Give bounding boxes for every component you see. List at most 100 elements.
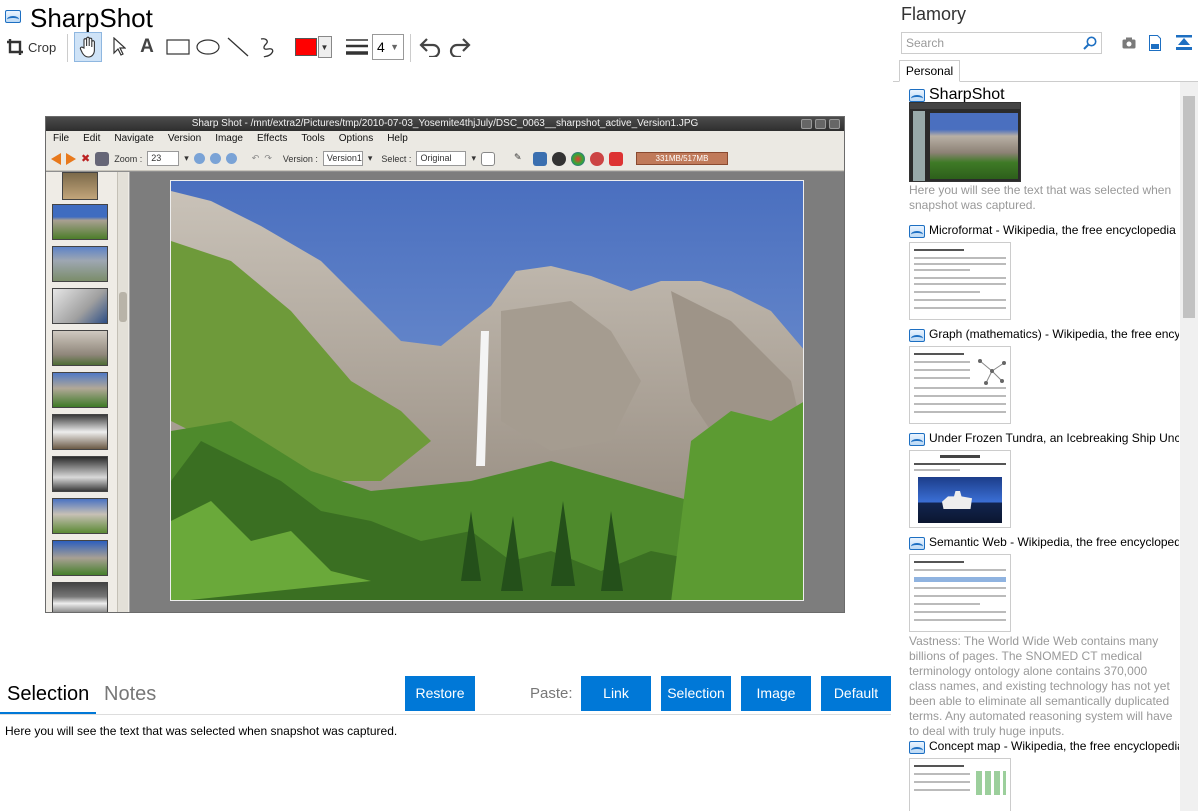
thumbnail-item: [62, 172, 98, 200]
undo-icon: [419, 38, 441, 57]
scrollbar-thumb[interactable]: [1183, 96, 1195, 318]
line-width-button[interactable]: [344, 32, 370, 62]
snapshot-canvas[interactable]: Sharp Shot - /mnt/extra2/Pictures/tmp/20…: [45, 116, 845, 613]
snapshot-menubar: File Edit Navigate Version Image Effects Tools…: [46, 131, 844, 147]
zoom-field: 23: [147, 151, 180, 166]
thumbnail-item: [52, 288, 108, 324]
sidebar-title: Flamory: [901, 4, 967, 24]
paste-default-button[interactable]: Default: [821, 676, 891, 711]
snapshot-menu-item: Version: [167, 133, 202, 144]
delete-icon: ✖: [81, 153, 91, 165]
list-item-title: Concept map - Wikipedia, the free encycl…: [929, 739, 1179, 753]
thumbnail-item: [52, 204, 108, 240]
zoom-out-icon: [209, 153, 221, 164]
undo-icon: ↶: [251, 153, 260, 163]
line-tool-button[interactable]: [226, 32, 250, 62]
frame-icon: [480, 151, 495, 166]
pointer-tool-button[interactable]: [108, 32, 130, 62]
snapshot-menu-item: File: [53, 133, 70, 144]
paste-label: Paste:: [530, 685, 573, 702]
zoom-label: Zoom :: [114, 153, 143, 164]
brush-icon: ✎: [513, 151, 522, 162]
hand-tool-button[interactable]: [74, 32, 102, 62]
list-item-title: Graph (mathematics) - Wikipedia, the fre…: [929, 327, 1179, 341]
thumbnail-item: [52, 456, 108, 492]
thumbnail-item: [52, 414, 108, 450]
redo-button[interactable]: [447, 32, 473, 62]
select-label: Select :: [381, 153, 412, 164]
sidebar-scrollbar[interactable]: [1180, 82, 1198, 811]
selection-text[interactable]: Here you will see the text that was sele…: [5, 724, 397, 738]
tab-personal[interactable]: Personal: [899, 60, 960, 82]
contrast-icon: [551, 151, 566, 166]
undo-button[interactable]: [417, 32, 443, 62]
flamory-sidebar: Flamory Search Personal SharpShot Here y…: [893, 0, 1198, 811]
camera-icon[interactable]: [1122, 37, 1136, 49]
paste-image-button[interactable]: Image: [741, 676, 811, 711]
freehand-tool-button[interactable]: [256, 32, 280, 62]
restore-button[interactable]: Restore: [405, 676, 475, 711]
app-window: SharpShot Crop A ▼ 4 ▼ Sharp Shot - /mnt…: [0, 0, 1198, 811]
flamory-page-icon: [909, 225, 925, 238]
snapshot-toolbar: ✖ Zoom : 23 ▾ ↶ ↷ Version : Version1 ▾ S…: [46, 147, 844, 171]
list-item-thumbnail: [909, 450, 1011, 528]
snapshot-menu-item: Navigate: [114, 133, 154, 144]
select-field: Original: [416, 151, 467, 166]
chevron-down-icon: ▼: [317, 36, 332, 58]
snapshot-window-title: Sharp Shot - /mnt/extra2/Pictures/tmp/20…: [46, 117, 844, 131]
snapshot-menu-item: Edit: [83, 133, 101, 144]
memory-usage-bar: 331MB/517MB: [635, 152, 728, 165]
paste-link-button[interactable]: Link: [581, 676, 651, 711]
list-item-thumbnail: [909, 102, 1021, 182]
rectangle-tool-button[interactable]: [165, 32, 191, 62]
version-field: Version1: [322, 151, 363, 166]
thumbnail-item: [52, 246, 108, 282]
list-item-title: Semantic Web - Wikipedia, the free encyc…: [929, 535, 1179, 549]
ellipse-tool-button[interactable]: [195, 32, 221, 62]
snapshot-menu-item: Help: [387, 133, 408, 144]
line-width-select[interactable]: 4 ▼: [372, 34, 404, 60]
list-item-description: Vastness: The World Wide Web contains ma…: [909, 634, 1173, 738]
list-item-title: Under Frozen Tundra, an Icebreaking Ship…: [929, 431, 1179, 445]
snapshot-menu-item: Tools: [301, 133, 325, 144]
document-icon[interactable]: [1149, 35, 1161, 51]
snapshot-menu-item: Options: [338, 133, 374, 144]
list-item-thumbnail: [909, 554, 1011, 632]
zoom-fit-icon: [225, 153, 237, 164]
back-icon: [51, 152, 61, 165]
rectangle-icon: [166, 39, 190, 55]
list-item-title: Microformat - Wikipedia, the free encycl…: [929, 223, 1176, 237]
thumbnail-item: [52, 498, 108, 534]
page-title: SharpShot: [30, 3, 153, 33]
dock-to-top-icon[interactable]: [1176, 35, 1192, 51]
line-icon: [227, 37, 249, 57]
snapshot-window-buttons: [801, 119, 840, 129]
flamory-page-icon: [909, 537, 925, 550]
text-icon: A: [140, 36, 154, 57]
version-label: Version :: [282, 153, 318, 164]
crop-icon: [7, 39, 23, 55]
chevron-down-icon: ▾: [471, 153, 476, 163]
line-width-icon: [346, 39, 368, 55]
main-photo: [170, 180, 804, 601]
crop-label: Crop: [28, 39, 57, 55]
crop-button[interactable]: Crop: [6, 32, 58, 62]
search-input[interactable]: Search: [901, 32, 1102, 54]
tab-selection[interactable]: Selection: [7, 683, 89, 706]
pen-color-picker[interactable]: ▼: [293, 32, 333, 62]
paste-selection-button[interactable]: Selection: [661, 676, 731, 711]
list-item-thumbnail: [909, 242, 1011, 320]
text-tool-button[interactable]: A: [136, 32, 158, 62]
tab-divider: [0, 714, 891, 715]
sharpshot-app-icon: [909, 89, 925, 102]
flamory-page-icon: [909, 741, 925, 754]
search-icon[interactable]: [1083, 36, 1097, 50]
line-width-value: 4: [377, 39, 385, 55]
thumbnail-strip: [46, 172, 130, 612]
snapshot-title-text: Sharp Shot - /mnt/extra2/Pictures/tmp/20…: [191, 118, 699, 129]
thumbnail-item: [52, 540, 108, 576]
thumbnail-item: [52, 582, 108, 612]
thumbnail-item: [52, 372, 108, 408]
tab-notes[interactable]: Notes: [104, 683, 156, 706]
redo-icon: ↷: [264, 153, 272, 163]
